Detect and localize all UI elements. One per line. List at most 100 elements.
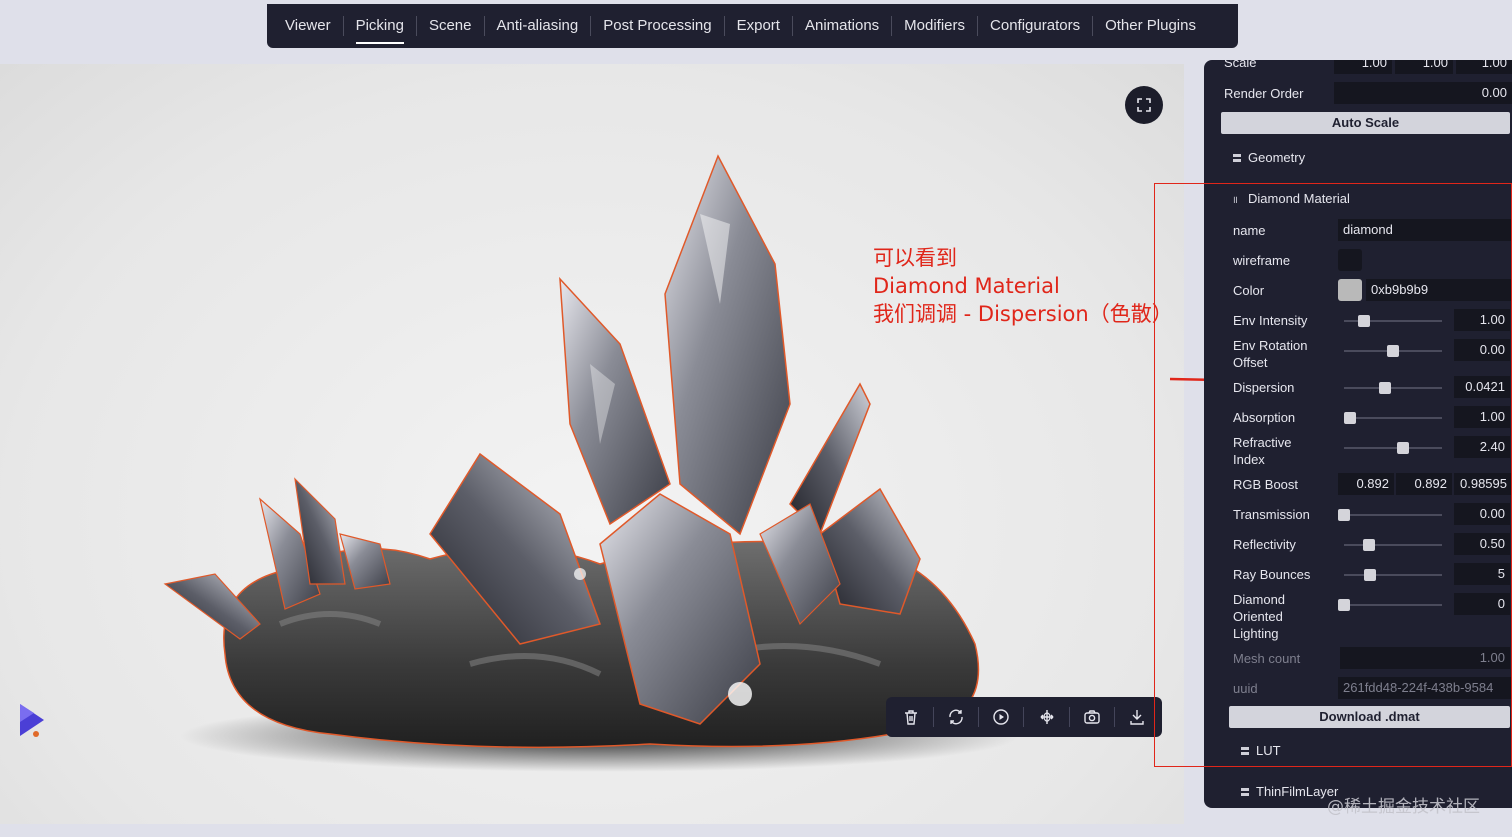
ray-bounces-field[interactable]: 5	[1454, 563, 1510, 585]
scale-y-field[interactable]: 1.00	[1395, 60, 1453, 74]
play-icon	[993, 709, 1009, 725]
reflectivity-slider[interactable]	[1344, 539, 1442, 551]
scale-x-field[interactable]: 1.00	[1334, 60, 1392, 74]
name-input[interactable]: diamond	[1338, 219, 1512, 241]
lut-folder-label: LUT	[1256, 743, 1281, 758]
screenshot-button[interactable]	[1077, 702, 1107, 732]
dispersion-slider[interactable]	[1344, 382, 1442, 394]
slider-handle[interactable]	[1362, 539, 1375, 551]
tab-configurators[interactable]: Configurators	[977, 16, 1092, 36]
slider-handle[interactable]	[1338, 509, 1350, 521]
name-label: name	[1233, 223, 1266, 238]
properties-panel: Scale 1.00 1.00 1.00 Render Order 0.00 A…	[1204, 60, 1512, 808]
uuid-field: 261fdd48-224f-438b-9584	[1338, 677, 1512, 699]
mesh-count-field: 1.00	[1340, 647, 1510, 669]
env-rotation-field[interactable]: 0.00	[1454, 339, 1510, 361]
tab-animations[interactable]: Animations	[791, 16, 891, 36]
scale-label: Scale	[1224, 60, 1257, 70]
pivot-button[interactable]	[1032, 702, 1062, 732]
rotate-button[interactable]	[941, 702, 971, 732]
tab-post-processing[interactable]: Post Processing	[590, 16, 723, 36]
toolbar-divider	[978, 707, 980, 727]
env-rotation-label-1: Env Rotation	[1233, 338, 1308, 353]
geometry-folder[interactable]: 〓 Geometry	[1232, 150, 1305, 165]
uuid-label: uuid	[1233, 681, 1258, 696]
slider-handle[interactable]	[1379, 382, 1392, 394]
render-order-field[interactable]: 0.00	[1334, 82, 1512, 104]
ray-bounces-slider[interactable]	[1344, 569, 1442, 581]
folder-collapsed-icon: 〓	[1232, 154, 1242, 165]
play-button[interactable]	[986, 702, 1016, 732]
reflectivity-label: Reflectivity	[1233, 537, 1296, 552]
folder-collapsed-icon: 〓	[1240, 747, 1250, 758]
transmission-field[interactable]: 0.00	[1454, 503, 1510, 525]
scale-row: Scale 1.00 1.00 1.00	[1204, 60, 1512, 74]
tab-anti-aliasing[interactable]: Anti-aliasing	[483, 16, 591, 36]
diamond-lighting-label-3: Lighting	[1233, 626, 1279, 641]
tab-scene[interactable]: Scene	[415, 16, 484, 36]
diamond-lighting-slider[interactable]	[1338, 599, 1442, 611]
transmission-label: Transmission	[1233, 507, 1310, 522]
env-intensity-field[interactable]: 1.00	[1454, 309, 1510, 331]
mesh-count-label: Mesh count	[1233, 651, 1301, 666]
transmission-slider[interactable]	[1338, 509, 1442, 521]
absorption-field[interactable]: 1.00	[1454, 406, 1510, 428]
slider-handle[interactable]	[1357, 315, 1370, 327]
slider-handle[interactable]	[1338, 599, 1350, 611]
slider-handle[interactable]	[1387, 345, 1399, 357]
color-input[interactable]: 0xb9b9b9	[1366, 279, 1512, 301]
tab-viewer[interactable]: Viewer	[273, 16, 343, 36]
auto-scale-button[interactable]: Auto Scale	[1221, 112, 1510, 134]
diamond-material-folder[interactable]: ॥ Diamond Material	[1232, 191, 1350, 206]
diamond-lighting-label-2: Oriented	[1233, 609, 1283, 624]
rgb-boost-r-field[interactable]: 0.892	[1338, 473, 1394, 495]
tab-modifiers[interactable]: Modifiers	[891, 16, 977, 36]
slider-handle[interactable]	[1343, 412, 1356, 424]
rgb-boost-g-field[interactable]: 0.892	[1396, 473, 1452, 495]
annotation-line-3: 我们调调 - Dispersion（色散）	[873, 302, 1173, 326]
rgb-boost-b-field[interactable]: 0.98595	[1454, 473, 1512, 495]
wireframe-label: wireframe	[1233, 253, 1291, 268]
annotation-text: 可以看到 Diamond Material 我们调调 - Dispersion（…	[873, 244, 1173, 328]
absorption-label: Absorption	[1233, 410, 1296, 425]
diamond-lighting-label-1: Diamond	[1233, 592, 1286, 607]
refractive-index-field[interactable]: 2.40	[1454, 436, 1510, 458]
viewport-toolbar	[886, 697, 1162, 737]
geometry-folder-label: Geometry	[1248, 150, 1306, 165]
download-icon	[1130, 710, 1144, 725]
slider-handle[interactable]	[1364, 569, 1377, 581]
scale-z-field[interactable]: 1.00	[1456, 60, 1512, 74]
folder-expanded-icon: ॥	[1232, 195, 1238, 206]
toolbar-divider	[932, 707, 934, 727]
absorption-slider[interactable]	[1343, 412, 1442, 424]
tab-other-plugins[interactable]: Other Plugins	[1092, 16, 1208, 36]
env-rotation-label-2: Offset	[1233, 355, 1268, 370]
thinfilm-folder[interactable]: 〓 ThinFilmLayer	[1240, 784, 1338, 799]
ray-bounces-label: Ray Bounces	[1233, 567, 1311, 582]
diamond-lighting-field[interactable]: 0	[1454, 593, 1510, 615]
pivot-icon	[1040, 710, 1054, 724]
download-button[interactable]	[1122, 702, 1152, 732]
reflectivity-field[interactable]: 0.50	[1454, 533, 1510, 555]
thinfilm-folder-label: ThinFilmLayer	[1256, 784, 1339, 799]
toolbar-divider	[1114, 707, 1116, 727]
delete-button[interactable]	[896, 702, 926, 732]
wireframe-checkbox[interactable]	[1338, 249, 1362, 271]
env-rotation-slider[interactable]	[1344, 345, 1442, 357]
env-intensity-slider[interactable]	[1344, 315, 1442, 327]
dispersion-field[interactable]: 0.0421	[1454, 376, 1510, 398]
rotate-icon	[949, 709, 963, 725]
dispersion-label: Dispersion	[1233, 380, 1295, 395]
download-dmat-button[interactable]: Download .dmat	[1229, 706, 1510, 728]
camera-icon	[1084, 710, 1100, 724]
env-intensity-label: Env Intensity	[1233, 313, 1308, 328]
refractive-index-slider[interactable]	[1344, 442, 1442, 454]
tab-export[interactable]: Export	[723, 16, 792, 36]
tab-picking[interactable]: Picking	[342, 16, 416, 44]
slider-handle[interactable]	[1396, 442, 1409, 454]
rgb-boost-label: RGB Boost	[1233, 477, 1299, 492]
color-swatch[interactable]	[1338, 279, 1362, 301]
fullscreen-button[interactable]	[1125, 86, 1163, 124]
lut-folder[interactable]: 〓 LUT	[1240, 743, 1281, 758]
annotation-line-1: 可以看到	[873, 246, 957, 270]
